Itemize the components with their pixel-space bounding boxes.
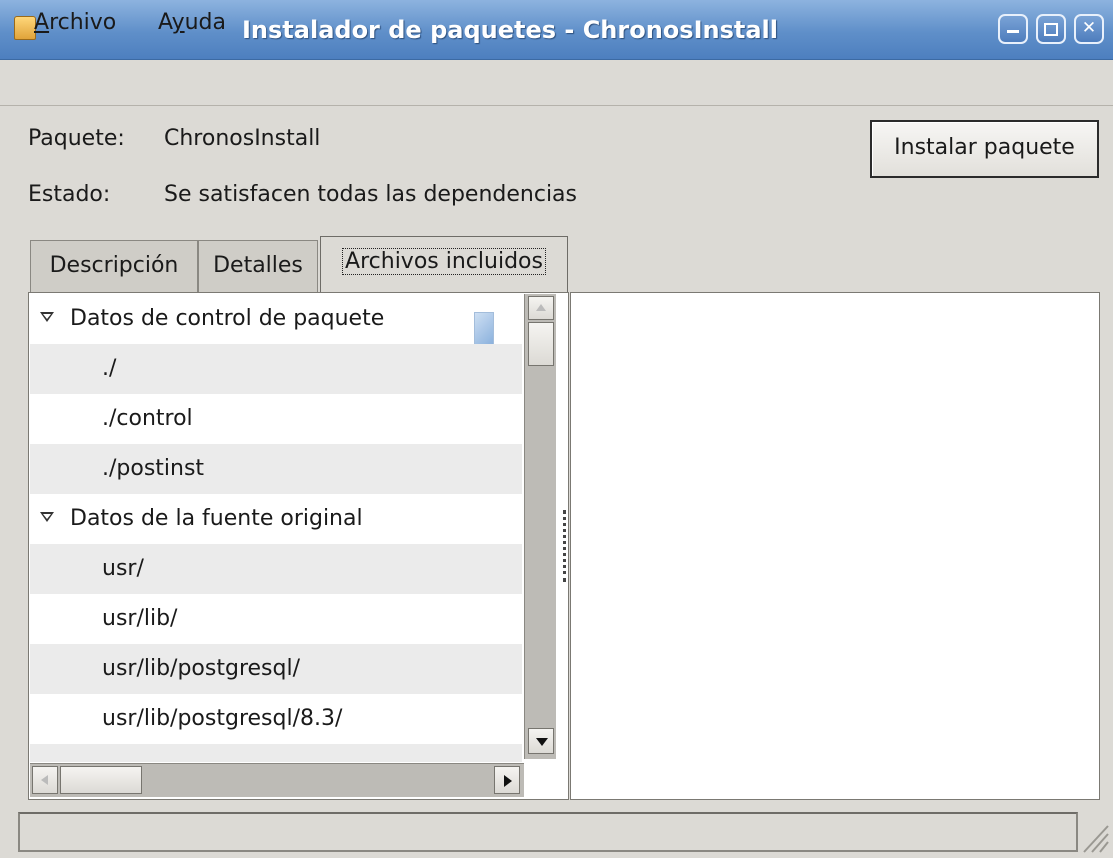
tree-row[interactable]: ./control — [30, 394, 522, 444]
menu-archivo-rest: rchivo — [49, 10, 117, 35]
tab-detalles-label: Detalles — [213, 253, 303, 278]
install-package-label: Instalar paquete — [894, 135, 1075, 160]
scroll-right-button[interactable] — [494, 766, 520, 794]
expander-icon[interactable] — [40, 512, 54, 522]
pane-splitter-grip[interactable] — [563, 510, 569, 582]
tree-row-label: usr/lib/ — [102, 606, 178, 631]
menu-archivo[interactable]: Archivo — [34, 0, 116, 46]
status-label: Estado: — [28, 182, 111, 207]
resize-grip-icon[interactable] — [1078, 812, 1110, 854]
tree-row[interactable]: ./postinst — [30, 444, 522, 494]
arrow-right-icon — [504, 775, 512, 787]
close-button[interactable]: ✕ — [1074, 14, 1104, 44]
maximize-button[interactable] — [1036, 14, 1066, 44]
tree-row-label: usr/ — [102, 556, 144, 581]
menubar — [0, 60, 1113, 106]
minimize-button[interactable] — [998, 14, 1028, 44]
tree-row-label: Datos de control de paquete — [70, 306, 385, 331]
tab-archivos-incluidos-label: Archivos incluidos — [342, 248, 546, 275]
minimize-icon — [1007, 30, 1019, 33]
status-bar — [18, 812, 1078, 852]
package-label: Paquete: — [28, 126, 125, 151]
tree-row-label: ./control — [102, 406, 193, 431]
tree-row[interactable]: usr/lib/ — [30, 594, 522, 644]
app-icon[interactable] — [14, 16, 36, 40]
tree-row-label: ./postinst — [102, 456, 205, 481]
horizontal-scroll-thumb[interactable] — [60, 766, 142, 794]
menu-archivo-mnemonic: A — [34, 10, 50, 35]
arrow-left-icon — [41, 775, 48, 785]
status-value: Se satisfacen todas las dependencias — [164, 182, 578, 207]
scroll-up-button[interactable] — [528, 296, 554, 320]
package-value: ChronosInstall — [164, 126, 321, 151]
tab-descripcion[interactable]: Descripción — [30, 240, 198, 292]
tree-row-label: usr/lib/postgresql/ — [102, 656, 300, 681]
menu-ayuda[interactable]: Ayuda — [158, 0, 226, 46]
close-icon: ✕ — [1081, 18, 1097, 38]
tree-row-label: usr/lib/postgresql/8.3/ — [102, 706, 343, 731]
tab-detalles[interactable]: Detalles — [198, 240, 318, 292]
tree-row[interactable]: usr/ — [30, 544, 522, 594]
scroll-down-button[interactable] — [528, 728, 554, 754]
menu-ayuda-mnemonic: y — [171, 10, 185, 35]
tree-row[interactable]: usr/lib/postgresql/ — [30, 644, 522, 694]
tree-group-row[interactable]: Datos de control de paquete — [30, 294, 522, 344]
scroll-left-button[interactable] — [32, 766, 58, 794]
tree-row[interactable]: usr/lib/postgresql/8.3/ — [30, 694, 522, 744]
tab-descripcion-label: Descripción — [49, 253, 179, 278]
tree-row[interactable]: ./ — [30, 344, 522, 394]
arrow-up-icon — [536, 304, 546, 311]
tab-archivos-incluidos[interactable]: Archivos incluidos — [320, 236, 568, 294]
drag-file-icon — [474, 312, 494, 348]
tree-row-label: ./ — [102, 356, 117, 381]
menu-ayuda-prefix: A — [158, 10, 172, 35]
arrow-down-icon — [536, 738, 548, 746]
tree-row-partial — [30, 744, 522, 762]
vertical-scroll-thumb[interactable] — [528, 322, 554, 366]
tree-group-row[interactable]: Datos de la fuente original — [30, 494, 522, 544]
menu-ayuda-rest: uda — [184, 10, 226, 35]
install-package-button[interactable]: Instalar paquete — [870, 120, 1099, 178]
file-content-pane[interactable] — [570, 292, 1100, 800]
maximize-icon — [1044, 23, 1058, 36]
expander-icon[interactable] — [40, 312, 54, 322]
tree-row-label: Datos de la fuente original — [70, 506, 363, 531]
